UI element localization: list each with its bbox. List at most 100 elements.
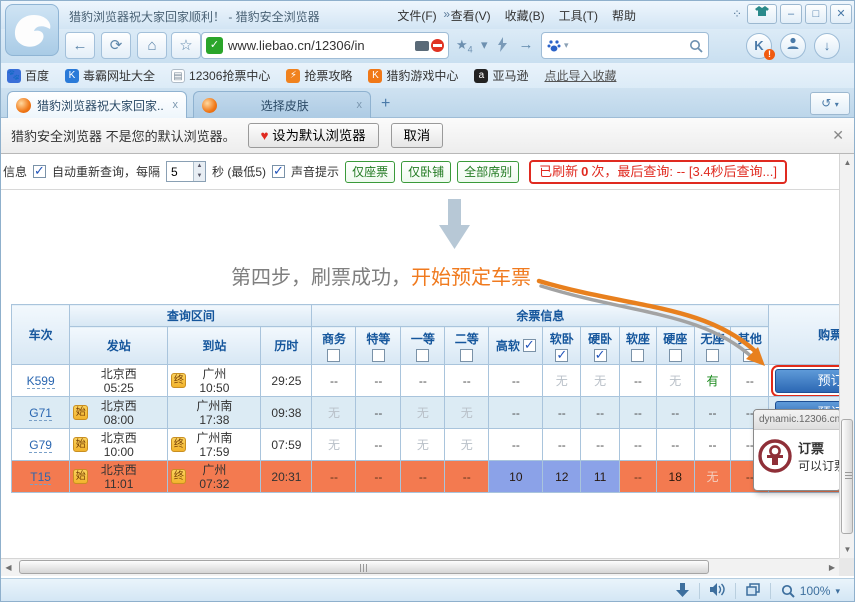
auto-requery-checkbox[interactable] bbox=[33, 165, 46, 178]
seat-cell-软座: -- bbox=[620, 397, 657, 429]
menu-help[interactable]: 帮助 bbox=[612, 7, 636, 24]
seat-cell-特等: -- bbox=[356, 365, 401, 397]
seat-filter-checkbox[interactable] bbox=[706, 349, 719, 362]
new-tab-button[interactable]: + bbox=[381, 95, 390, 113]
train-link-G71[interactable]: G71 bbox=[29, 406, 52, 421]
grid-icon[interactable]: ⁘ bbox=[732, 7, 742, 21]
seat-cell-硬座: -- bbox=[656, 429, 694, 461]
bookmark-item[interactable]: ▤12306抢票中心 bbox=[171, 67, 270, 84]
tab-choose-skin[interactable]: 选择皮肤 x bbox=[193, 91, 371, 118]
stepper-up-icon[interactable]: ▲ bbox=[194, 162, 205, 172]
seat-cell-一等: 无 bbox=[401, 397, 445, 429]
tab-close-icon[interactable]: x bbox=[173, 99, 179, 111]
page-icon: ▤ bbox=[171, 69, 185, 83]
seat-cell-无座: 有 bbox=[694, 365, 731, 397]
bookmark-item[interactable]: a亚马逊 bbox=[474, 67, 528, 84]
reopen-closed-tab-button[interactable]: ↺ ▾ bbox=[810, 92, 850, 115]
search-icon[interactable] bbox=[689, 39, 703, 53]
bookmark-label: 百度 bbox=[25, 67, 49, 84]
col-header-seat-商务: 商务 bbox=[312, 327, 356, 365]
bookmark-item[interactable]: ⚡抢票攻略 bbox=[286, 67, 352, 84]
maximize-button[interactable]: □ bbox=[805, 4, 827, 24]
skin-icon[interactable] bbox=[747, 4, 777, 24]
stepper-down-icon[interactable]: ▼ bbox=[194, 172, 205, 182]
seat-filter-checkbox[interactable] bbox=[523, 339, 536, 352]
train-link-G79[interactable]: G79 bbox=[29, 438, 52, 453]
tab-home[interactable]: 猎豹浏览器祝大家回家... x bbox=[7, 91, 187, 118]
home-button[interactable]: ⌂ bbox=[137, 32, 167, 59]
search-input[interactable] bbox=[569, 38, 689, 53]
seat-label: 二等 bbox=[455, 330, 479, 347]
lightning-icon[interactable] bbox=[497, 37, 508, 55]
bookmark-label: 毒霸网址大全 bbox=[83, 67, 155, 84]
menu-favorites[interactable]: 收藏(B) bbox=[505, 7, 545, 24]
interval-input[interactable] bbox=[167, 162, 193, 181]
app-logo-cheetah-icon[interactable] bbox=[5, 4, 59, 56]
menu-view[interactable]: 查看(V) bbox=[451, 7, 491, 24]
seat-filter-checkbox[interactable] bbox=[743, 349, 756, 362]
bookmark-item[interactable]: 🐾百度 bbox=[7, 67, 49, 84]
seat-filter-checkbox[interactable] bbox=[327, 349, 340, 362]
duba-k-button[interactable]: K! bbox=[746, 33, 772, 59]
screenshot-icon[interactable] bbox=[415, 41, 429, 51]
seat-filter-checkbox[interactable] bbox=[669, 349, 682, 362]
user-account-button[interactable] bbox=[780, 33, 806, 59]
train-link-K599[interactable]: K599 bbox=[27, 374, 55, 389]
address-bar[interactable]: ✓ www.liebao.cn/12306/in bbox=[201, 32, 449, 59]
vertical-scrollbar[interactable]: ▲ ▼ bbox=[839, 154, 854, 558]
train-link-T15[interactable]: T15 bbox=[30, 470, 51, 485]
grab-star-icon[interactable]: ★4 bbox=[456, 37, 473, 55]
minimize-button[interactable]: – bbox=[780, 4, 802, 24]
set-default-browser-button[interactable]: ♥ 设为默认浏览器 bbox=[248, 123, 379, 148]
close-button[interactable]: ✕ bbox=[830, 4, 852, 24]
scroll-up-icon[interactable]: ▲ bbox=[840, 155, 854, 170]
cell-train-number: G71 bbox=[12, 397, 70, 429]
menu-file[interactable]: 文件(F) bbox=[397, 7, 436, 24]
favorite-star-button[interactable]: ☆ bbox=[171, 32, 201, 59]
seat-cell-软卧: 无 bbox=[543, 365, 581, 397]
seat-filter-checkbox[interactable] bbox=[555, 349, 568, 362]
sound-alert-checkbox[interactable] bbox=[272, 165, 285, 178]
back-button[interactable]: ← bbox=[65, 32, 95, 59]
sound-icon[interactable] bbox=[710, 583, 725, 599]
download-manager-button[interactable]: ↓ bbox=[814, 33, 840, 59]
popup-blocked-icon[interactable] bbox=[431, 39, 444, 52]
scroll-left-icon[interactable]: ◀ bbox=[1, 560, 16, 575]
window-title: 猎豹浏览器祝大家回家顺利！ - 猎豹安全浏览器 bbox=[69, 8, 320, 25]
horizontal-scroll-thumb[interactable] bbox=[19, 560, 709, 574]
all-classes-button[interactable]: 全部席别 bbox=[457, 161, 519, 183]
tab-close-icon[interactable]: x bbox=[357, 99, 363, 111]
download-status-icon[interactable] bbox=[676, 583, 689, 600]
seat-cell-高软: -- bbox=[489, 365, 543, 397]
seat-filter-checkbox[interactable] bbox=[594, 349, 607, 362]
bookmark-item[interactable]: K猎豹游戏中心 bbox=[368, 67, 458, 84]
heart-icon: ♥ bbox=[261, 128, 269, 143]
go-arrow-button[interactable]: → bbox=[511, 32, 541, 59]
sleepers-only-button[interactable]: 仅卧铺 bbox=[401, 161, 451, 183]
restore-windows-icon[interactable] bbox=[746, 583, 760, 599]
search-box[interactable]: ▾ bbox=[541, 32, 709, 59]
bookmark-item[interactable]: 点此导入收藏 bbox=[544, 67, 616, 84]
scroll-right-icon[interactable]: ▶ bbox=[825, 560, 839, 575]
refresh-button[interactable]: ⟳ bbox=[101, 32, 131, 59]
refresh-count: 0 bbox=[581, 164, 588, 179]
horizontal-scrollbar[interactable]: ◀ ▶ bbox=[1, 558, 841, 576]
seat-filter-checkbox[interactable] bbox=[416, 349, 429, 362]
url-text[interactable]: www.liebao.cn/12306/in bbox=[228, 38, 413, 53]
chevron-down-icon[interactable]: ▾ bbox=[481, 37, 488, 53]
seat-filter-checkbox[interactable] bbox=[631, 349, 644, 362]
vertical-scroll-thumb[interactable] bbox=[841, 419, 853, 534]
seat-filter-checkbox[interactable] bbox=[460, 349, 473, 362]
seat-filter-checkbox[interactable] bbox=[372, 349, 385, 362]
cancel-button[interactable]: 取消 bbox=[391, 123, 444, 148]
seat-cell-一等: 无 bbox=[401, 429, 445, 461]
seat-cell-特等: -- bbox=[356, 461, 401, 493]
cell-duration: 20:31 bbox=[261, 461, 312, 493]
bookmark-item[interactable]: K毒霸网址大全 bbox=[65, 67, 155, 84]
zoom-control[interactable]: 100% ▾ bbox=[781, 584, 840, 598]
seats-only-button[interactable]: 仅座票 bbox=[345, 161, 395, 183]
interval-stepper[interactable]: ▲▼ bbox=[166, 161, 206, 182]
infobar-close-icon[interactable]: ✕ bbox=[832, 127, 844, 144]
scroll-down-icon[interactable]: ▼ bbox=[840, 542, 854, 557]
menu-tools[interactable]: 工具(T) bbox=[559, 7, 598, 24]
